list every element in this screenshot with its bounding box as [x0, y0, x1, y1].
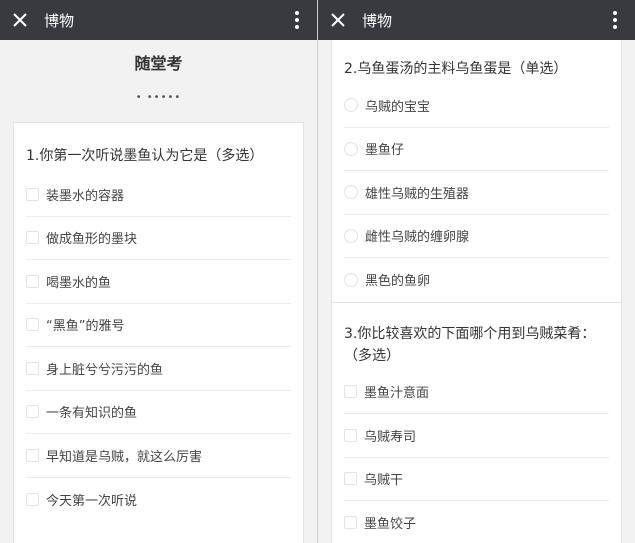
close-icon [13, 13, 27, 27]
more-menu-button[interactable] [287, 0, 307, 40]
checkbox[interactable] [344, 516, 357, 530]
option-label: 黑色的鱼卵 [365, 274, 431, 290]
option-label: 一条有知识的鱼 [46, 406, 138, 422]
checkbox[interactable] [344, 385, 357, 399]
option-item[interactable]: “黑鱼”的雅号 [26, 304, 291, 347]
more-vertical-icon [295, 11, 299, 29]
option-label: 墨鱼汁意面 [364, 386, 430, 402]
option-item[interactable]: 装墨水的容器 [26, 173, 291, 217]
more-vertical-icon [613, 11, 617, 29]
option-label: 乌贼干 [364, 473, 404, 489]
option-label: 喝墨水的鱼 [46, 275, 112, 291]
close-button[interactable] [318, 0, 358, 40]
option-item[interactable]: 早知道是乌贼，就这么厉害 [26, 434, 291, 478]
question-card-2-3: 2.乌鱼蛋汤的主料乌鱼蛋是（单选） 乌贼的宝宝 墨鱼仔 雄性乌贼的生殖器 雌性乌… [331, 40, 622, 543]
question-2-title: 2.乌鱼蛋汤的主料乌鱼蛋是（单选） [344, 61, 568, 77]
right-navbar: 博物 [318, 0, 635, 40]
option-label: 墨鱼仔 [365, 143, 405, 159]
option-label: 雄性乌贼的生殖器 [365, 186, 470, 202]
question-2-options: 乌贼的宝宝 墨鱼仔 雄性乌贼的生殖器 雌性乌贼的缠卵腺 黑色的鱼卵 [344, 84, 609, 302]
question-1-options: 装墨水的容器 做成鱼形的墨块 喝墨水的鱼 “黑鱼”的雅号 身上脏兮兮污污的鱼 一… [26, 173, 291, 521]
option-item[interactable]: 黑色的鱼卵 [344, 258, 609, 302]
option-item[interactable]: 身上脏兮兮污污的鱼 [26, 347, 291, 391]
option-item[interactable]: 墨鱼汁意面 [344, 371, 609, 414]
radio-button[interactable] [344, 98, 358, 113]
checkbox[interactable] [26, 231, 39, 245]
close-button[interactable] [0, 0, 40, 40]
nav-title: 博物 [44, 11, 75, 30]
option-item[interactable]: 雄性乌贼的生殖器 [344, 171, 609, 215]
page-title: 随堂考 [134, 54, 183, 73]
option-item[interactable]: 墨鱼仔 [344, 128, 609, 171]
checkbox[interactable] [26, 361, 39, 375]
option-item[interactable]: 乌贼的宝宝 [344, 84, 609, 128]
left-content: 随堂考 • ••••• 1.你第一次听说墨鱼认为它是（多选） 装墨水的容器 做成… [13, 40, 304, 543]
option-item[interactable]: 做成鱼形的墨块 [26, 217, 291, 260]
option-item[interactable]: 乌贼寿司 [344, 414, 609, 458]
option-item[interactable]: 墨鱼饺子 [344, 501, 609, 543]
radio-button[interactable] [344, 228, 358, 243]
right-content: 2.乌鱼蛋汤的主料乌鱼蛋是（单选） 乌贼的宝宝 墨鱼仔 雄性乌贼的生殖器 雌性乌… [331, 40, 622, 543]
page-subtitle: • ••••• [135, 92, 182, 103]
option-label: 身上脏兮兮污污的鱼 [46, 362, 164, 378]
question-1-title: 1.你第一次听说墨鱼认为它是（多选） [26, 148, 264, 164]
checkbox[interactable] [26, 405, 39, 419]
radio-button[interactable] [344, 141, 358, 156]
checkbox[interactable] [26, 448, 39, 462]
question-3-title: 3.你比较喜欢的下面哪个用到乌贼菜肴：（多选） [344, 325, 596, 364]
option-item[interactable]: 乌贼干 [344, 458, 609, 501]
radio-button[interactable] [344, 272, 358, 287]
option-label: 乌贼寿司 [364, 429, 417, 445]
left-panel: 博物 随堂考 • ••••• 1.你第一次听说墨鱼认为它是（多选） 装墨水的容器… [0, 0, 317, 543]
option-label: 雌性乌贼的缠卵腺 [365, 230, 470, 246]
option-label: 乌贼的宝宝 [365, 99, 431, 115]
option-item[interactable]: 一条有知识的鱼 [26, 391, 291, 434]
right-panel: 博物 2.乌鱼蛋汤的主料乌鱼蛋是（单选） 乌贼的宝宝 墨鱼仔 雄性乌贼的生殖器 … [318, 0, 635, 543]
option-label: 今天第一次听说 [46, 493, 138, 509]
checkbox[interactable] [26, 492, 39, 506]
option-item[interactable]: 今天第一次听说 [26, 478, 291, 522]
question-3-options: 墨鱼汁意面 乌贼寿司 乌贼干 墨鱼饺子 [344, 371, 609, 543]
checkbox[interactable] [26, 274, 39, 288]
option-item[interactable]: 雌性乌贼的缠卵腺 [344, 215, 609, 258]
more-menu-button[interactable] [605, 0, 625, 40]
nav-title: 博物 [362, 11, 393, 30]
option-label: 做成鱼形的墨块 [46, 232, 138, 248]
option-label: 墨鱼饺子 [364, 517, 417, 533]
checkbox[interactable] [26, 187, 39, 201]
checkbox[interactable] [344, 428, 357, 442]
option-label: 装墨水的容器 [46, 188, 125, 204]
question-card-1: 1.你第一次听说墨鱼认为它是（多选） 装墨水的容器 做成鱼形的墨块 喝墨水的鱼 … [13, 122, 304, 543]
option-label: 早知道是乌贼，就这么厉害 [46, 449, 203, 465]
option-item[interactable]: 喝墨水的鱼 [26, 260, 291, 304]
left-navbar: 博物 [0, 0, 317, 40]
radio-button[interactable] [344, 185, 358, 200]
checkbox[interactable] [26, 318, 39, 332]
option-label: “黑鱼”的雅号 [46, 319, 125, 335]
checkbox[interactable] [344, 472, 357, 486]
close-icon [331, 13, 345, 27]
